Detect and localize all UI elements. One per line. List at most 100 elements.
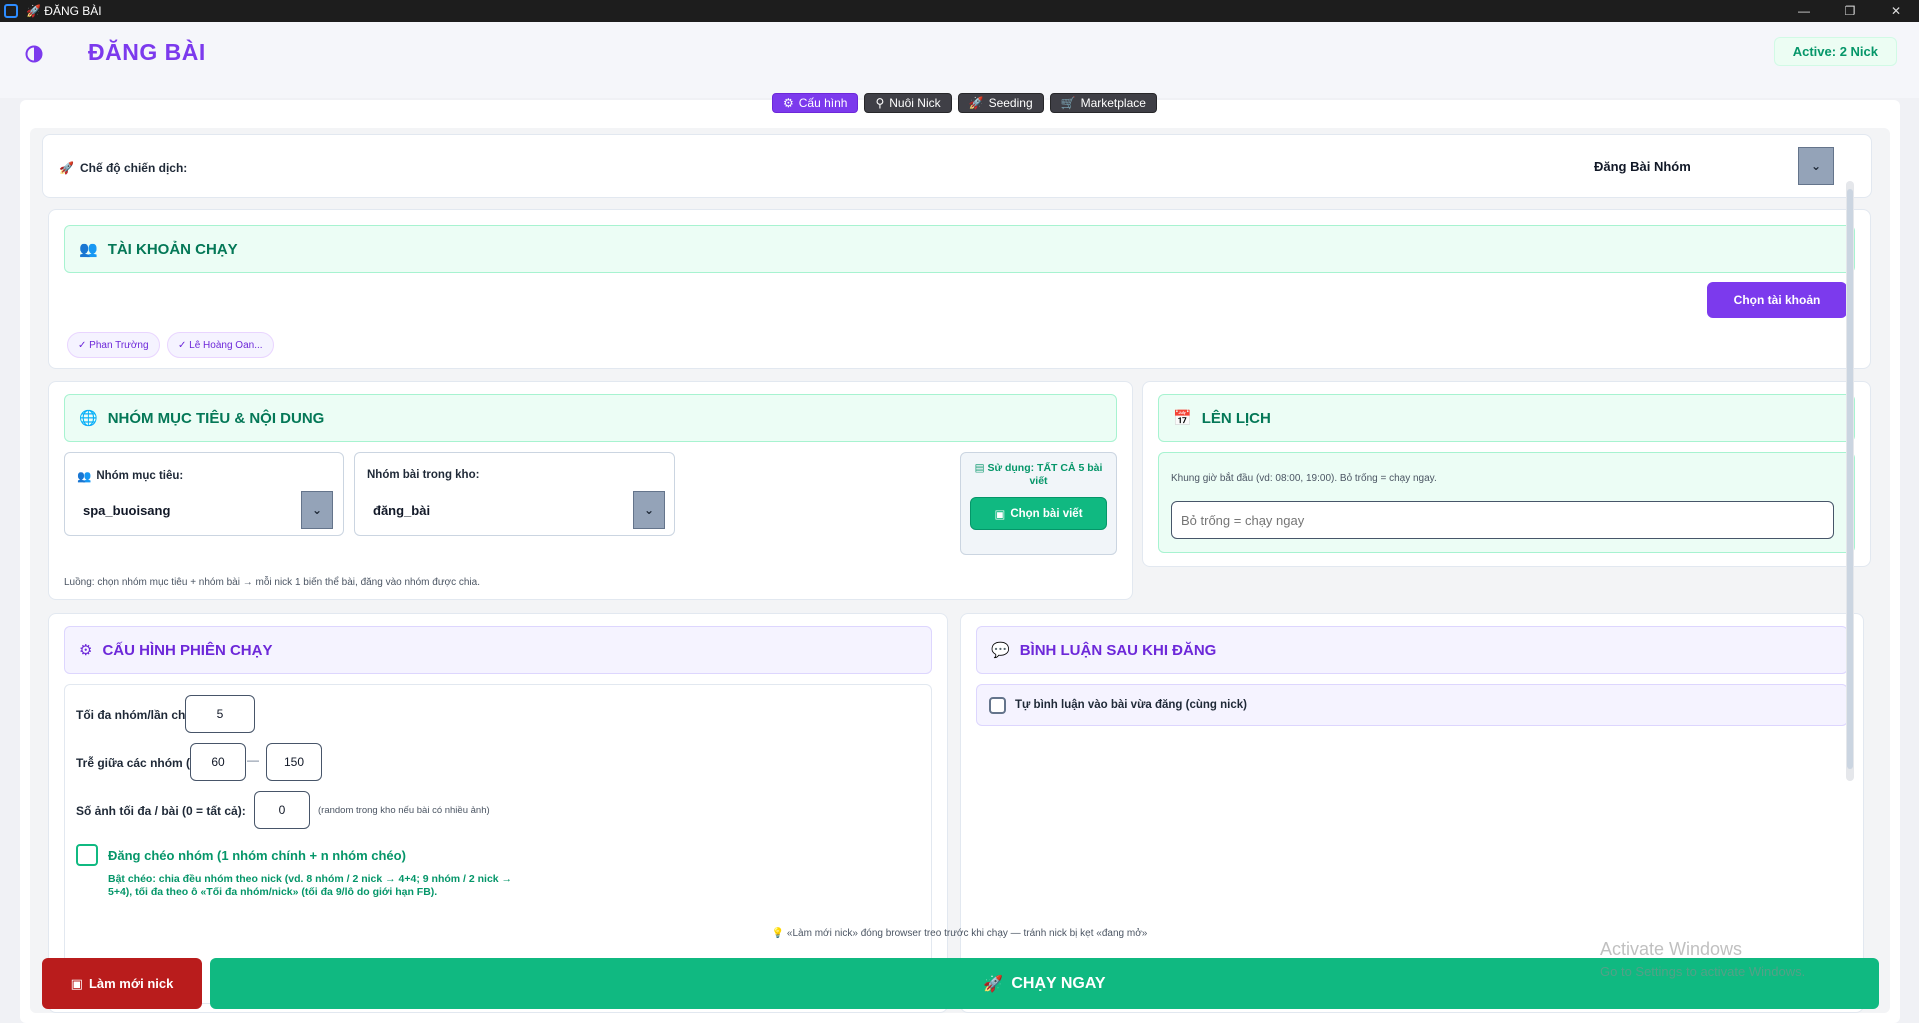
max-groups-input[interactable]: 5 — [185, 695, 255, 733]
tab-marketplace[interactable]: 🛒 Marketplace — [1049, 93, 1157, 113]
tab-label: Cấu hình — [798, 96, 848, 110]
comment-title: BÌNH LUẬN SAU KHI ĐĂNG — [1019, 641, 1217, 659]
run-now-label: CHẠY NGAY — [1011, 974, 1106, 992]
post-bank-value: đăng_bài — [373, 502, 431, 518]
refresh-nick-label: Làm mới nick — [88, 976, 174, 991]
chevron-down-icon[interactable]: ⌄ — [633, 491, 665, 529]
campaign-mode-card: 🚀 Chế độ chiến dịch: Đăng Bài Nhóm ⌄ — [42, 134, 1872, 198]
scrollbar-thumb[interactable] — [1847, 189, 1853, 769]
rocket-icon: 🚀 — [59, 161, 74, 175]
window-titlebar: 🚀 ĐĂNG BÀI — ❐ ✕ — [0, 0, 1919, 22]
campaign-mode-select[interactable]: Đăng Bài Nhóm ⌄ — [1588, 147, 1834, 185]
app-window-icon — [4, 4, 18, 18]
image-icon: ▣ — [994, 508, 1006, 521]
max-images-hint: (random trong kho nếu bài có nhiều ảnh) — [318, 805, 490, 816]
accounts-header: 👥 TÀI KHOẢN CHẠY — [64, 225, 1855, 273]
config-content: 🚀 Chế độ chiến dịch: Đăng Bài Nhóm ⌄ 👥 T… — [30, 128, 1890, 1013]
content-scrollbar[interactable] — [1846, 181, 1854, 781]
post-usage-text: Sử dụng: TẤT CẢ 5 bài viết — [987, 462, 1103, 488]
tab-nuoi-nick[interactable]: ⚲ Nuôi Nick — [864, 93, 952, 113]
maximize-button[interactable]: ❐ — [1827, 0, 1873, 22]
auto-comment-box: Tự bình luận vào bài vừa đăng (cùng nick… — [976, 684, 1848, 726]
activation-watermark: Activate Windows Go to Settings to activ… — [1600, 939, 1805, 979]
accounts-title: TÀI KHOẢN CHẠY — [107, 240, 238, 258]
main-panel: 🚀 Chế độ chiến dịch: Đăng Bài Nhóm ⌄ 👥 T… — [20, 100, 1900, 1023]
session-config-card: ⚙ CẤU HÌNH PHIÊN CHẠY Tối đa nhóm/lần ch… — [48, 613, 948, 1013]
delay-label: Trễ giữa các nhóm (s): — [76, 756, 205, 770]
target-group-label: Nhóm mục tiêu: — [96, 470, 184, 482]
campaign-mode-label: Chế độ chiến dịch: — [79, 161, 188, 175]
rocket-icon: 🚀 — [983, 975, 1004, 993]
post-usage-box: ▤ Sử dụng: TẤT CẢ 5 bài viết ▣ Chọn bài … — [960, 452, 1117, 555]
delay-separator: — — [247, 753, 259, 767]
active-nick-badge: Active: 2 Nick — [1773, 37, 1897, 66]
accounts-card: 👥 TÀI KHOẢN CHẠY Chọn tài khoản ✓ Phan T… — [48, 209, 1871, 369]
list-icon: ▤ — [974, 462, 985, 474]
delay-min-input[interactable]: 60 — [190, 743, 246, 781]
tab-bar: ⚙ Cấu hình ⚲ Nuôi Nick 🚀 Seeding 🛒 Marke… — [772, 93, 1157, 113]
session-fields-box: Tối đa nhóm/lần chạy: 5 Trễ giữa các nhó… — [64, 684, 932, 1004]
users-icon: 👥 — [77, 471, 92, 483]
gear-icon: ⚙ — [783, 96, 794, 110]
cross-post-label: Đăng chéo nhóm (1 nhóm chính + n nhóm ch… — [108, 848, 406, 863]
schedule-header: 📅 LÊN LỊCH — [1158, 394, 1855, 442]
tab-label: Nuôi Nick — [889, 96, 941, 110]
delay-max-input[interactable]: 150 — [266, 743, 322, 781]
chat-bubble-icon: 💬 — [991, 642, 1010, 659]
schedule-hint: Khung giờ bắt đầu (vd: 08:00, 19:00). Bỏ… — [1171, 473, 1437, 484]
tab-label: Seeding — [988, 96, 1033, 110]
cart-icon: 🛒 — [1060, 96, 1076, 110]
cross-post-hint: Bật chéo: chia đều nhóm theo nick (vd. 8… — [108, 873, 513, 898]
theme-toggle-icon[interactable] — [24, 44, 44, 64]
select-accounts-button[interactable]: Chọn tài khoản — [1707, 282, 1847, 318]
schedule-time-input[interactable] — [1171, 501, 1834, 539]
cross-post-checkbox[interactable] — [76, 844, 98, 866]
users-icon: 👥 — [79, 241, 98, 258]
auto-comment-label: Tự bình luận vào bài vừa đăng (cùng nick… — [1015, 699, 1247, 711]
chevron-down-icon[interactable]: ⌄ — [1798, 147, 1834, 185]
page-title: ĐĂNG BÀI — [88, 39, 206, 65]
account-chip[interactable]: ✓ Lê Hoàng Oan... — [167, 332, 274, 358]
comment-header: 💬 BÌNH LUẬN SAU KHI ĐĂNG — [976, 626, 1848, 674]
target-group-value: spa_buoisang — [83, 502, 171, 518]
tab-label: Marketplace — [1080, 96, 1146, 110]
select-posts-label: Chọn bài viết — [1010, 507, 1083, 520]
globe-icon: 🌐 — [79, 410, 98, 427]
target-groups-card: 🌐 NHÓM MỤC TIÊU & NỘI DUNG 👥 Nhóm mục ti… — [48, 381, 1133, 600]
max-images-label: Số ảnh tối đa / bài (0 = tất cả): — [76, 804, 246, 818]
close-button[interactable]: ✕ — [1873, 0, 1919, 22]
auto-comment-checkbox[interactable] — [989, 697, 1006, 714]
max-images-input[interactable]: 0 — [254, 791, 310, 829]
rocket-icon: 🚀 — [968, 96, 984, 110]
post-bank-label: Nhóm bài trong kho: — [367, 469, 480, 481]
refresh-icon: ▣ — [70, 975, 83, 991]
post-bank-box: Nhóm bài trong kho: đăng_bài ⌄ — [354, 452, 675, 536]
refresh-nick-button[interactable]: ▣ Làm mới nick — [42, 958, 202, 1009]
minimize-button[interactable]: — — [1781, 0, 1827, 22]
target-group-box: 👥 Nhóm mục tiêu: spa_buoisang ⌄ — [64, 452, 344, 536]
watermark-line1: Activate Windows — [1600, 939, 1743, 959]
watermark-line2: Go to Settings to activate Windows. — [1600, 964, 1806, 979]
schedule-card: 📅 LÊN LỊCH Khung giờ bắt đầu (vd: 08:00,… — [1142, 381, 1871, 567]
account-chip[interactable]: ✓ Phan Trường — [67, 332, 160, 358]
select-posts-button[interactable]: ▣ Chọn bài viết — [970, 497, 1107, 530]
chevron-down-icon[interactable]: ⌄ — [301, 491, 333, 529]
calendar-icon: 📅 — [1173, 410, 1192, 427]
window-title: 🚀 ĐĂNG BÀI — [26, 4, 102, 18]
refresh-note: 💡 «Làm mới nick» đóng browser treo trước… — [771, 928, 1148, 939]
gear-icon: ⚙ — [79, 642, 93, 659]
post-bank-select[interactable]: đăng_bài ⌄ — [369, 491, 665, 529]
campaign-mode-value: Đăng Bài Nhóm — [1594, 158, 1691, 174]
tab-seeding[interactable]: 🚀 Seeding — [957, 93, 1044, 113]
flow-hint: Luồng: chọn nhóm mục tiêu + nhóm bài → m… — [64, 577, 480, 588]
feed-icon: ⚲ — [875, 96, 885, 110]
target-group-select[interactable]: spa_buoisang ⌄ — [79, 491, 333, 529]
app-header: ĐĂNG BÀI Active: 2 Nick — [0, 22, 1919, 98]
schedule-box: Khung giờ bắt đầu (vd: 08:00, 19:00). Bỏ… — [1158, 452, 1855, 553]
schedule-title: LÊN LỊCH — [1201, 409, 1271, 427]
session-config-header: ⚙ CẤU HÌNH PHIÊN CHẠY — [64, 626, 932, 674]
target-groups-header: 🌐 NHÓM MỤC TIÊU & NỘI DUNG — [64, 394, 1117, 442]
session-config-title: CẤU HÌNH PHIÊN CHẠY — [102, 641, 273, 659]
max-groups-label: Tối đa nhóm/lần chạy: — [76, 708, 203, 722]
tab-config[interactable]: ⚙ Cấu hình — [772, 93, 859, 113]
